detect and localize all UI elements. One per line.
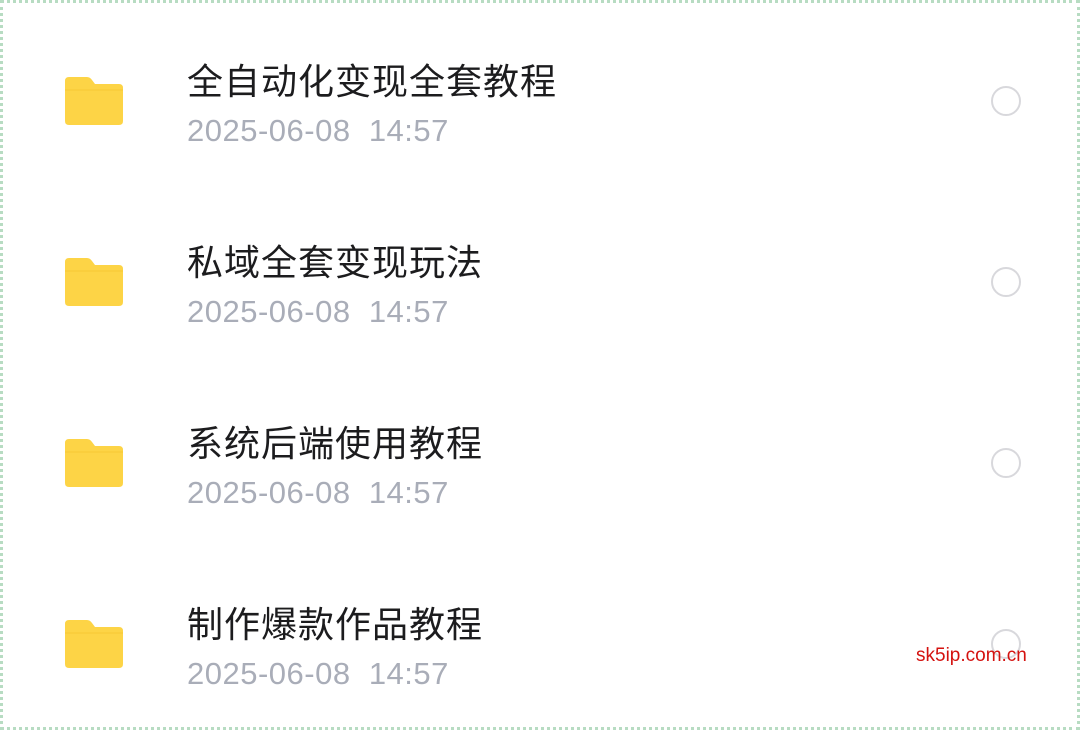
file-time: 14:57 bbox=[368, 656, 449, 691]
folder-icon bbox=[65, 256, 123, 306]
file-name: 全自动化变现全套教程 bbox=[187, 62, 558, 103]
file-list: 全自动化变现全套教程 2025-06-08 14:57 私域全套变现玩法 202… bbox=[3, 3, 1077, 727]
file-name: 系统后端使用教程 bbox=[187, 424, 484, 465]
file-time: 14:57 bbox=[368, 294, 449, 329]
file-row[interactable]: 私域全套变现玩法 2025-06-08 14:57 bbox=[3, 184, 1077, 365]
watermark-text: sk5ip.com.cn bbox=[916, 645, 1027, 666]
file-time: 14:57 bbox=[368, 475, 449, 510]
file-date: 2025-06-08 bbox=[187, 294, 351, 329]
file-row[interactable]: 全自动化变现全套教程 2025-06-08 14:57 bbox=[3, 3, 1077, 184]
file-modified: 2025-06-08 14:57 bbox=[187, 656, 449, 692]
file-row[interactable]: 系统后端使用教程 2025-06-08 14:57 bbox=[3, 365, 1077, 546]
file-name: 私域全套变现玩法 bbox=[187, 243, 484, 284]
folder-icon bbox=[65, 437, 123, 487]
folder-icon bbox=[65, 618, 123, 668]
file-date: 2025-06-08 bbox=[187, 475, 351, 510]
file-time: 14:57 bbox=[368, 113, 449, 148]
select-radio[interactable] bbox=[991, 448, 1021, 478]
file-row[interactable]: 制作爆款作品教程 2025-06-08 14:57 bbox=[3, 546, 1077, 727]
file-name: 制作爆款作品教程 bbox=[187, 605, 484, 646]
file-modified: 2025-06-08 14:57 bbox=[187, 294, 449, 330]
file-date: 2025-06-08 bbox=[187, 656, 351, 691]
select-radio[interactable] bbox=[991, 86, 1021, 116]
file-modified: 2025-06-08 14:57 bbox=[187, 475, 449, 511]
folder-icon bbox=[65, 75, 123, 125]
select-radio[interactable] bbox=[991, 267, 1021, 297]
file-date: 2025-06-08 bbox=[187, 113, 351, 148]
file-modified: 2025-06-08 14:57 bbox=[187, 113, 449, 149]
